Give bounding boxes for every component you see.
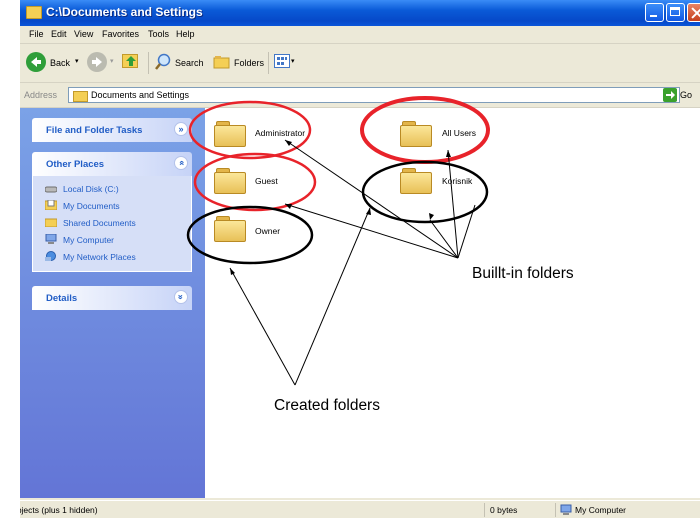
address-input[interactable]: Documents and Settings <box>68 87 680 103</box>
other-places-title: Other Places <box>46 159 105 170</box>
explorer-window: C:\Documents and Settings File Edit View… <box>20 0 700 518</box>
toolbar: Back ▾ ▾ Search Folders ▾ <box>20 44 700 83</box>
folder-icon[interactable] <box>400 168 432 194</box>
computer-icon <box>45 234 57 244</box>
place-label: Local Disk (C:) <box>63 184 119 194</box>
folder-view: Administrator All Users Guest Korisnik O… <box>205 108 700 498</box>
close-button[interactable] <box>687 3 700 22</box>
folder-label-all-users[interactable]: All Users <box>442 128 476 138</box>
expand-chevron-icon[interactable]: » <box>174 122 188 136</box>
details-header[interactable]: Details » <box>32 286 192 310</box>
other-places-panel: Local Disk (C:) My Documents Shared Docu… <box>32 176 192 272</box>
menu-view[interactable]: View <box>74 29 93 39</box>
minimize-button[interactable] <box>645 3 664 22</box>
place-label: My Computer <box>63 235 115 245</box>
builtin-folders-annotation: Buillt-in folders <box>472 265 574 282</box>
forward-arrow-icon[interactable] <box>87 52 107 72</box>
place-label: Shared Documents <box>63 218 136 228</box>
collapse-chevron-icon[interactable]: » <box>174 156 188 170</box>
views-dropdown-icon[interactable]: ▾ <box>291 57 295 65</box>
status-objects: 5 objects (plus 1 hidden) <box>20 505 98 515</box>
network-icon <box>45 251 56 261</box>
details-title: Details <box>46 293 78 304</box>
drive-icon <box>45 186 57 193</box>
status-location: My Computer <box>575 505 627 515</box>
file-folder-tasks-title: File and Folder Tasks <box>46 125 143 136</box>
folders-button[interactable]: Folders <box>234 58 264 68</box>
forward-dropdown-icon[interactable]: ▾ <box>110 57 114 65</box>
back-button[interactable]: Back <box>50 58 70 68</box>
address-bar: Address Documents and Settings Go <box>20 85 700 108</box>
shared-folder-icon <box>45 218 57 227</box>
place-label: My Documents <box>63 201 120 211</box>
menu-file[interactable]: File <box>29 29 44 39</box>
folder-label-korisnik[interactable]: Korisnik <box>442 176 472 186</box>
search-button[interactable]: Search <box>175 58 204 68</box>
folder-label-owner[interactable]: Owner <box>255 226 280 236</box>
address-label: Address <box>24 90 58 100</box>
folders-icon[interactable] <box>213 55 231 69</box>
other-places-header[interactable]: Other Places » <box>32 152 192 176</box>
views-icon[interactable] <box>274 54 290 68</box>
go-button[interactable]: Go <box>680 90 692 100</box>
place-label: My Network Places <box>63 252 136 262</box>
go-arrow-icon[interactable] <box>663 88 677 102</box>
toolbar-separator <box>148 52 149 74</box>
status-separator <box>484 503 485 517</box>
created-folders-annotation: Created folders <box>274 397 380 414</box>
menu-tools[interactable]: Tools <box>148 29 169 39</box>
folder-icon <box>26 6 42 19</box>
status-bar: 5 objects (plus 1 hidden) 0 bytes My Com… <box>20 500 700 518</box>
menu-help[interactable]: Help <box>176 29 195 39</box>
menu-edit[interactable]: Edit <box>51 29 67 39</box>
window-title: C:\Documents and Settings <box>46 5 203 19</box>
back-arrow-icon[interactable] <box>26 52 46 72</box>
folder-icon[interactable] <box>214 216 246 242</box>
computer-icon <box>560 504 572 515</box>
address-value: Documents and Settings <box>91 90 190 100</box>
folder-icon[interactable] <box>214 121 246 147</box>
folder-label-guest[interactable]: Guest <box>255 176 278 186</box>
expand-chevron-icon[interactable]: » <box>174 290 188 304</box>
menu-bar: File Edit View Favorites Tools Help <box>20 26 700 70</box>
folder-icon <box>73 91 88 102</box>
back-dropdown-icon[interactable]: ▾ <box>75 57 79 65</box>
folder-label-administrator[interactable]: Administrator <box>255 128 305 138</box>
menu-favorites[interactable]: Favorites <box>102 29 139 39</box>
file-folder-tasks-header[interactable]: File and Folder Tasks » <box>32 118 192 142</box>
task-pane: File and Folder Tasks » Other Places » L… <box>20 108 205 498</box>
my-documents-icon <box>45 200 57 210</box>
toolbar-separator <box>268 52 269 74</box>
maximize-button[interactable] <box>666 3 685 22</box>
up-folder-icon[interactable] <box>122 54 138 68</box>
status-size: 0 bytes <box>490 505 518 515</box>
folder-icon[interactable] <box>214 168 246 194</box>
title-bar[interactable]: C:\Documents and Settings <box>20 0 700 26</box>
status-separator <box>555 503 556 517</box>
search-icon[interactable] <box>154 53 172 71</box>
folder-icon[interactable] <box>400 121 432 147</box>
